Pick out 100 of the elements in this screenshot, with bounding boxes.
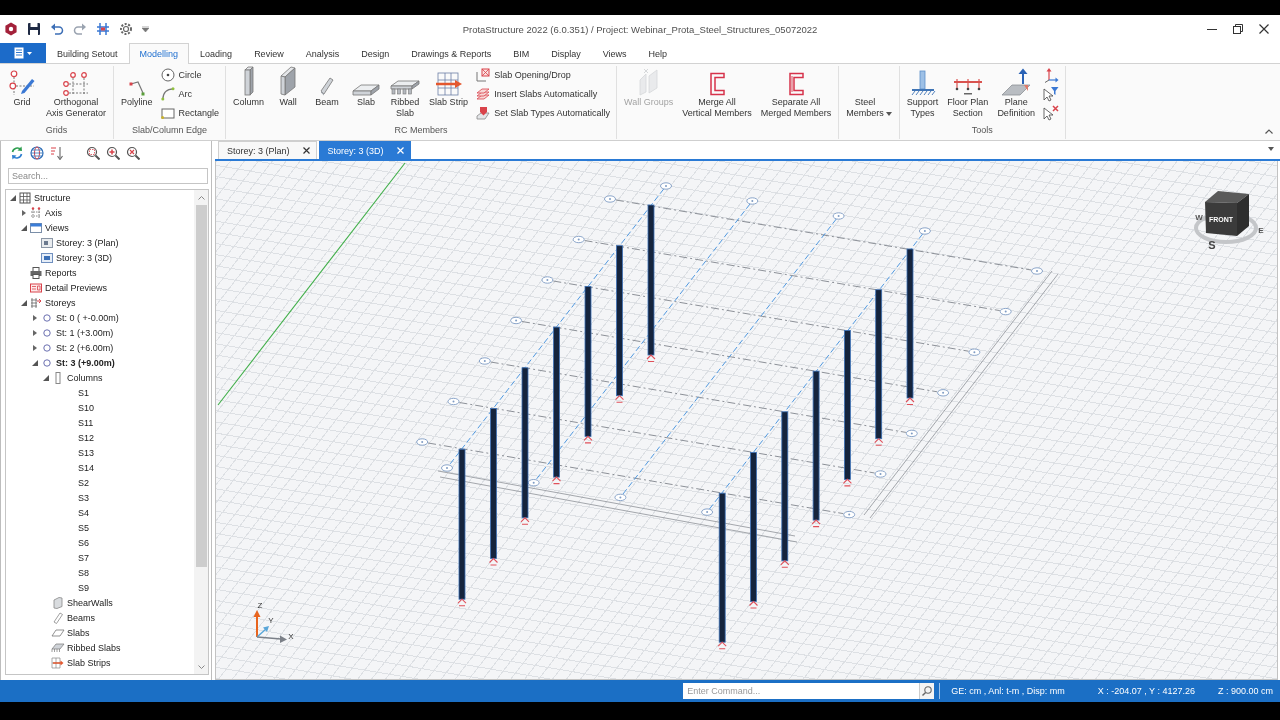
menu-tab[interactable]: Display — [540, 43, 592, 63]
ribbon-button[interactable]: Polyline — [117, 66, 157, 122]
expander-icon[interactable] — [32, 359, 38, 366]
tree-item[interactable]: S12 — [78, 430, 94, 445]
menu-tab[interactable]: Analysis — [294, 43, 351, 63]
tree-item[interactable]: Detail Previews — [29, 280, 108, 295]
caret-icon[interactable] — [142, 26, 149, 32]
menu-tab[interactable]: Building Setout — [46, 43, 129, 63]
tree-item[interactable]: Columns — [51, 370, 103, 385]
ribbon-button[interactable]: Column — [229, 66, 269, 122]
tree-item[interactable]: S6 — [78, 535, 89, 550]
tree-item[interactable]: S3 — [78, 490, 89, 505]
tree-item[interactable]: Ribbed Slabs — [51, 640, 121, 655]
menu-tab[interactable]: Drawings & Reports — [400, 43, 503, 63]
ribbon-button[interactable]: Wall — [269, 66, 308, 122]
tree-item[interactable]: Slab Strips — [51, 655, 111, 670]
search-field[interactable]: Search... — [8, 168, 208, 184]
tree-item[interactable]: S13 — [78, 445, 94, 460]
tree-item[interactable]: Slabs — [51, 625, 90, 640]
tree-item[interactable]: S8 — [78, 565, 89, 580]
ribbon-button[interactable]: Slab — [347, 66, 386, 122]
refresh-icon[interactable] — [10, 145, 24, 160]
document-tab[interactable]: Storey: 3 (Plan) — [218, 141, 317, 159]
ribbon-button[interactable]: Slab Strip — [425, 66, 473, 122]
scrollbar-thumb[interactable] — [195, 205, 207, 567]
ribbon-button[interactable]: Grid — [3, 66, 41, 122]
menu-tab[interactable]: Review — [243, 43, 295, 63]
tree-item[interactable]: S9 — [78, 580, 89, 595]
tree-item[interactable]: S5 — [78, 520, 89, 535]
restore-icon[interactable] — [1233, 24, 1243, 34]
tree-item[interactable]: Structure — [18, 190, 71, 205]
tree-item[interactable]: St: 3 (+9.00m) — [40, 355, 115, 370]
command-field[interactable]: Enter Command... — [683, 683, 920, 699]
menu-tab[interactable]: Loading — [189, 43, 244, 63]
ribbon-button[interactable]: Insert Slabs Automatically — [473, 84, 614, 103]
tree-item[interactable]: Beams — [51, 610, 95, 625]
menu-tab[interactable]: Modelling — [128, 43, 190, 64]
tree-item[interactable]: S1 — [78, 385, 89, 400]
menu-tab[interactable]: Views — [591, 43, 638, 63]
expander-icon[interactable] — [43, 374, 49, 381]
ribbon-button[interactable]: Arc — [157, 84, 223, 103]
tree-item[interactable]: Views — [29, 220, 69, 235]
undo-icon[interactable] — [50, 22, 64, 36]
expander-icon[interactable] — [21, 209, 27, 216]
ribbon-button[interactable]: Slab Opening/Drop — [473, 65, 614, 84]
ribbon-button[interactable]: Circle — [157, 65, 223, 84]
frame-icon[interactable] — [96, 22, 110, 36]
ribbon-button[interactable]: Set Slab Types Automatically — [473, 103, 614, 122]
ribbon-button[interactable]: Beam — [308, 66, 347, 122]
tree-item[interactable]: S4 — [78, 505, 89, 520]
expander-icon[interactable] — [21, 224, 27, 231]
ribbon-button[interactable]: Merge All Vertical Members — [678, 66, 756, 122]
ribbon-button[interactable]: Ribbed Slab — [386, 66, 425, 122]
chevron-up-icon[interactable] — [1265, 129, 1273, 134]
tree-item[interactable]: Reports — [29, 265, 77, 280]
tree-item[interactable]: St: 1 (+3.00m) — [40, 325, 114, 340]
ribbon-button[interactable]: Separate All Merged Members — [756, 66, 836, 122]
expander-icon[interactable] — [32, 314, 38, 321]
scroll-up-icon[interactable] — [197, 195, 205, 200]
file-menu-button[interactable] — [0, 43, 46, 63]
sort-icon[interactable] — [50, 145, 64, 160]
ribbon-button[interactable]: Rectangle — [157, 103, 223, 122]
ribbon-button[interactable]: Floor Plan Section — [943, 66, 993, 122]
expander-icon[interactable] — [21, 299, 27, 306]
tree-item[interactable]: S11 — [78, 415, 94, 430]
ribbon-button[interactable]: Orthogonal Axis Generator — [42, 66, 111, 122]
tree-item[interactable]: S7 — [78, 550, 89, 565]
menu-tab[interactable]: BIM — [502, 43, 541, 63]
tree-item[interactable]: S14 — [78, 460, 94, 475]
menu-tab[interactable]: Help — [637, 43, 679, 63]
expander-icon[interactable] — [32, 344, 38, 351]
tree-item[interactable]: St: 2 (+6.00m) — [40, 340, 114, 355]
ribbon-button[interactable]: Plane Definition — [993, 66, 1039, 122]
expander-icon[interactable] — [10, 194, 16, 201]
tree-item[interactable]: ShearWalls — [51, 595, 113, 610]
zoom-add-icon[interactable] — [106, 145, 120, 160]
tree-item[interactable]: Storeys — [29, 295, 76, 310]
close-icon[interactable] — [302, 147, 310, 154]
tree-item[interactable]: St: 0 ( +-0.00m) — [40, 310, 119, 325]
ribbon-button[interactable]: Support Types — [902, 66, 943, 122]
globe-icon[interactable] — [30, 145, 44, 160]
tree-item[interactable]: S10 — [78, 400, 94, 415]
document-tab[interactable]: Storey: 3 (3D) — [318, 141, 411, 159]
scrollbar[interactable] — [194, 190, 208, 674]
ribbon-button[interactable]: Steel Members — [842, 66, 896, 122]
menu-tab[interactable]: Design — [350, 43, 401, 63]
scroll-down-icon[interactable] — [197, 664, 205, 669]
tree-item[interactable]: Storey: 3 (Plan) — [40, 235, 119, 250]
zoom-clear-icon[interactable] — [126, 145, 140, 160]
tree-item[interactable]: Axis — [29, 205, 62, 220]
search-button[interactable] — [919, 683, 935, 699]
expander-icon[interactable] — [32, 329, 38, 336]
tree-item[interactable]: S2 — [78, 475, 89, 490]
caret-icon[interactable] — [1268, 147, 1274, 151]
view-cube[interactable] — [1205, 191, 1249, 236]
settings-icon[interactable] — [119, 22, 133, 36]
hexagon-logo-icon[interactable] — [4, 22, 18, 36]
tree-item[interactable]: Storey: 3 (3D) — [40, 250, 113, 265]
redo-icon[interactable] — [73, 22, 87, 36]
zoom-window-icon[interactable] — [86, 145, 100, 160]
